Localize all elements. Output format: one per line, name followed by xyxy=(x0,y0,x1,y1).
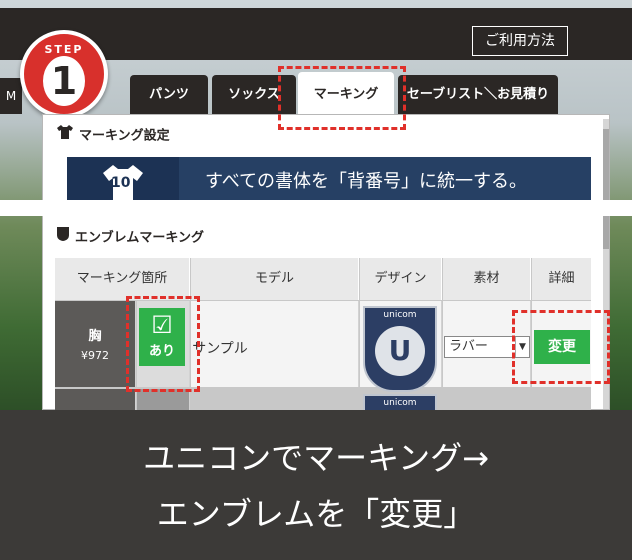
tab-savelist-estimate[interactable]: セーブリスト＼お見積り xyxy=(398,75,558,115)
col-location: マーキング箇所 xyxy=(55,258,190,300)
location-name: 胸 xyxy=(88,329,102,344)
col-model: モデル xyxy=(191,258,359,300)
white-band xyxy=(0,200,632,216)
unify-font-banner[interactable]: 10 すべての書体を「背番号」に統一する。 xyxy=(67,157,591,203)
col-detail: 詳細 xyxy=(532,258,591,300)
shield-icon xyxy=(57,223,69,253)
marking-settings-heading: マーキング設定 xyxy=(57,121,170,151)
next-row-checkbox xyxy=(137,389,190,410)
caption-line-2: エンブレムを「変更」 xyxy=(156,495,476,533)
step-badge: STEP 1 xyxy=(20,30,108,118)
emblem-design-preview[interactable]: unicom U xyxy=(363,306,437,392)
emblem-letter: U xyxy=(375,326,425,376)
side-tab[interactable]: M xyxy=(0,78,22,114)
step-number: 1 xyxy=(43,56,85,106)
emblem-design-preview-next[interactable]: unicom xyxy=(363,394,437,410)
shirt-icon xyxy=(57,121,73,151)
instruction-caption: ユニコンでマーキング→ エンブレムを「変更」 xyxy=(0,410,632,560)
banner-text: すべての書体を「背番号」に統一する。 xyxy=(205,171,528,192)
caption-line-1: ユニコンでマーキング→ xyxy=(143,439,489,477)
emblem-brand: unicom xyxy=(365,308,435,322)
step-label: STEP xyxy=(44,43,84,56)
location-cell: 胸 ¥972 xyxy=(55,301,136,387)
help-button[interactable]: ご利用方法 xyxy=(472,26,568,56)
col-design: デザイン xyxy=(360,258,442,300)
next-row-location xyxy=(55,389,136,410)
tab-pants[interactable]: パンツ xyxy=(130,75,208,115)
emblem-brand-next: unicom xyxy=(365,396,435,410)
highlight-marking-tab xyxy=(278,66,406,130)
location-price: ¥972 xyxy=(81,349,109,362)
col-material: 素材 xyxy=(443,258,531,300)
material-value: ラバー xyxy=(449,339,488,354)
emblem-marking-heading: エンブレムマーキング xyxy=(57,223,204,253)
banner-icon-area: 10 xyxy=(67,157,179,203)
highlight-checkbox xyxy=(126,296,200,392)
emblem-marking-title: エンブレムマーキング xyxy=(75,230,204,246)
banner-number: 10 xyxy=(111,175,131,191)
scrollbar-thumb[interactable] xyxy=(603,129,609,249)
highlight-change-button xyxy=(512,310,610,384)
marking-settings-title: マーキング設定 xyxy=(79,128,170,144)
